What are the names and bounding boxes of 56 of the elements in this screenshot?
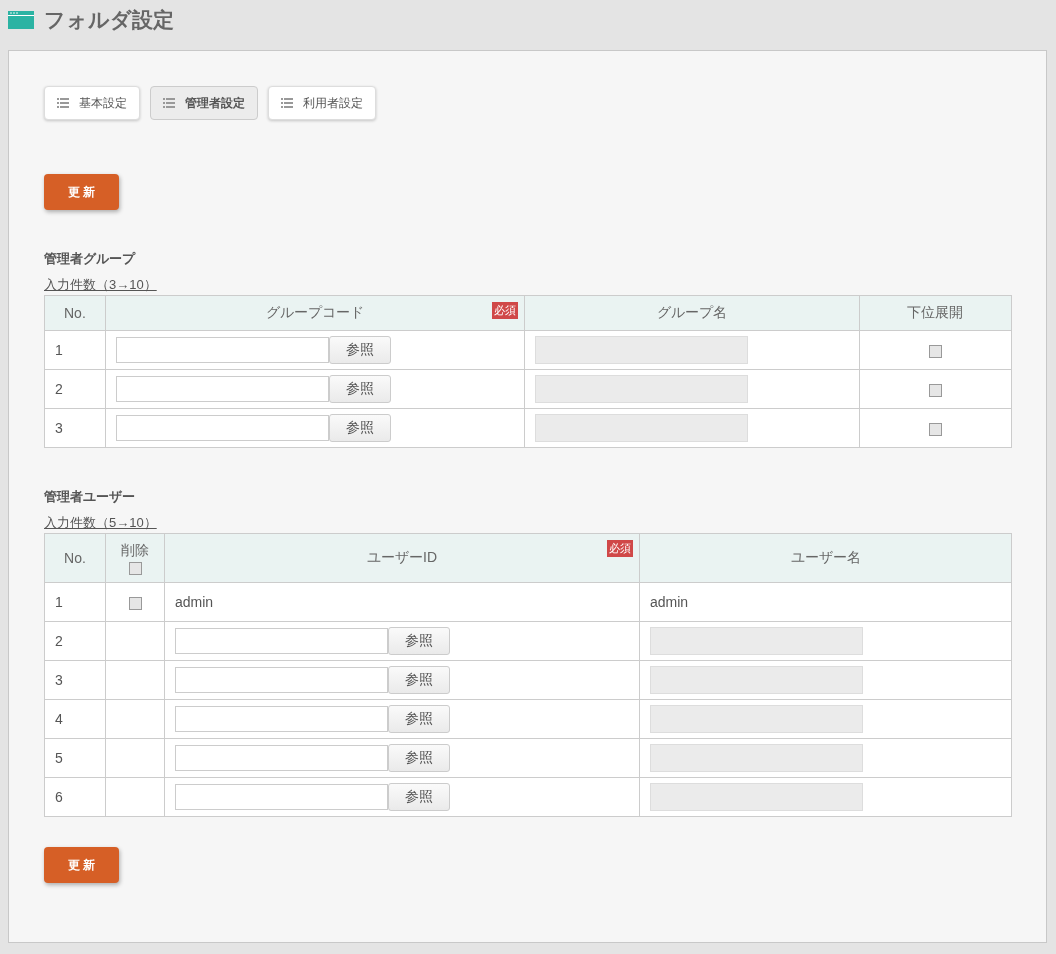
page-title: フォルダ設定 (44, 7, 174, 33)
window-icon (8, 11, 34, 29)
column-header: No. (64, 550, 86, 566)
user-id-field[interactable] (175, 667, 388, 693)
column-header: グループコード (266, 304, 365, 320)
user-id-field[interactable] (175, 706, 388, 732)
browse-button[interactable]: 参照 (388, 666, 450, 694)
column-header: No. (64, 305, 86, 321)
update-button[interactable]: 更 新 (44, 174, 119, 210)
column-header: グループ名 (657, 304, 728, 320)
browse-button[interactable]: 参照 (388, 705, 450, 733)
tab[interactable]: 利用者設定 (268, 86, 376, 120)
browse-button[interactable]: 参照 (388, 783, 450, 811)
row-number: 1 (55, 342, 63, 358)
row-number: 4 (55, 711, 63, 727)
row-number: 2 (55, 633, 63, 649)
checkbox[interactable] (128, 561, 142, 575)
list-icon (57, 98, 69, 108)
user-id-field[interactable] (175, 628, 388, 654)
column-header: ユーザーID (367, 549, 437, 565)
user-id: admin (175, 594, 214, 610)
row-number: 3 (55, 420, 63, 436)
row-number: 2 (55, 381, 63, 397)
required-badge: 必須 (607, 540, 633, 557)
checkbox[interactable] (928, 344, 942, 358)
update-button[interactable]: 更 新 (44, 847, 119, 883)
column-header: 削除 (121, 541, 149, 560)
checkbox[interactable] (928, 422, 942, 436)
entry-count-link[interactable]: 入力件数（3→10） (44, 276, 157, 294)
user-id-field[interactable] (175, 745, 388, 771)
list-icon (281, 98, 293, 108)
tab[interactable]: 基本設定 (44, 86, 140, 120)
required-badge: 必須 (492, 302, 519, 319)
browse-button[interactable]: 参照 (388, 627, 450, 655)
browse-button[interactable]: 参照 (328, 414, 391, 442)
browse-button[interactable]: 参照 (328, 375, 391, 403)
column-header: 下位展開 (907, 304, 964, 320)
row-number: 1 (55, 594, 63, 610)
checkbox[interactable] (128, 596, 142, 610)
section-title: 管理者グループ (44, 250, 137, 268)
column-header: ユーザー名 (790, 549, 861, 565)
list-icon (163, 98, 175, 108)
browse-button[interactable]: 参照 (328, 336, 391, 364)
user-id-field[interactable] (175, 784, 388, 810)
row-number: 5 (55, 750, 63, 766)
row-number: 3 (55, 672, 63, 688)
row-number: 6 (55, 789, 63, 805)
checkbox[interactable] (928, 383, 942, 397)
user-name: admin (650, 594, 689, 610)
entry-count-link[interactable]: 入力件数（5→10） (44, 514, 157, 532)
group-code-field[interactable] (115, 376, 329, 402)
group-code-field[interactable] (115, 415, 329, 441)
tab[interactable]: 管理者設定 (150, 86, 258, 120)
section-title: 管理者ユーザー (44, 488, 136, 506)
browse-button[interactable]: 参照 (388, 744, 450, 772)
group-code-field[interactable] (115, 337, 329, 363)
